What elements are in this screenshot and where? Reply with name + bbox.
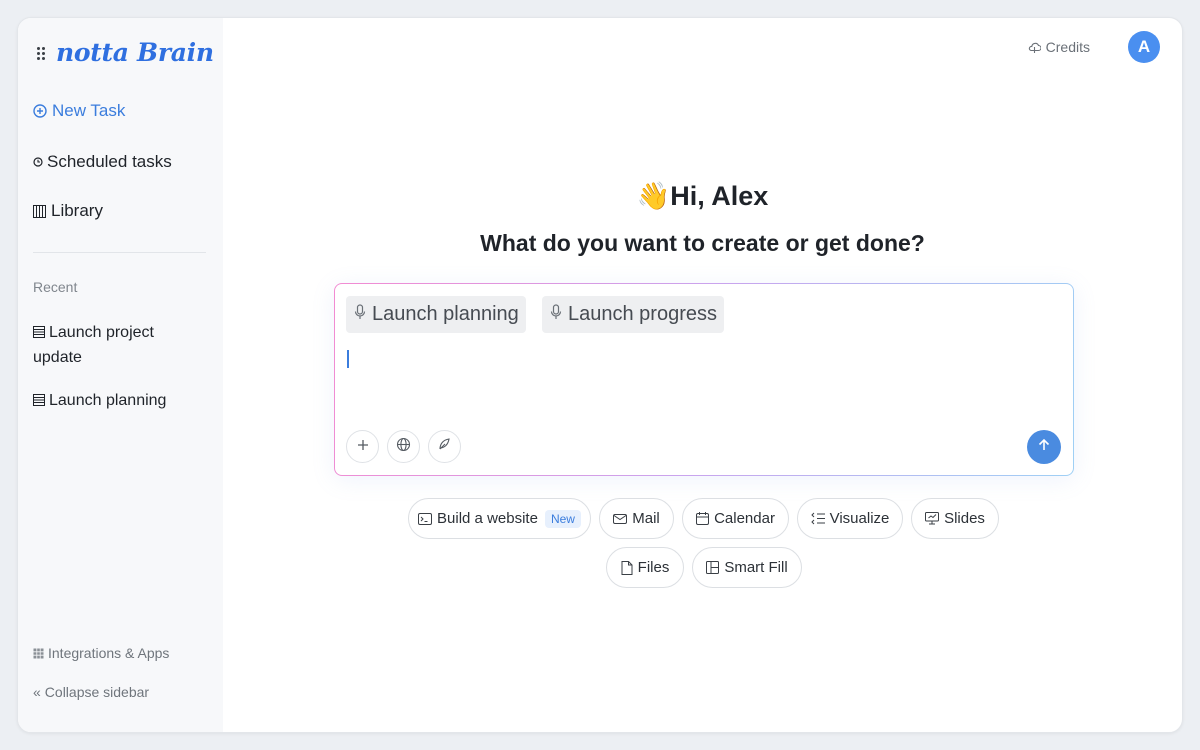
recent-item-label: Launch project update: [33, 324, 154, 366]
sidebar: notta Brain New Task Scheduled tasks Lib…: [18, 18, 223, 732]
avatar[interactable]: A: [1128, 31, 1160, 63]
quick-action-label: Build a website: [437, 510, 538, 527]
quick-action-label: Mail: [632, 510, 660, 527]
recent-heading: Recent: [33, 279, 78, 295]
arrow-up-icon: [1037, 438, 1051, 457]
send-button[interactable]: [1027, 430, 1061, 464]
recent-item[interactable]: Launch planning: [33, 389, 203, 414]
clock-icon: [33, 155, 43, 169]
collapse-label: Collapse sidebar: [44, 684, 150, 700]
quick-action-label: Calendar: [714, 510, 775, 527]
web-search-button[interactable]: [387, 430, 420, 463]
mail-icon: [613, 513, 628, 525]
plus-icon: [357, 438, 369, 456]
terminal-icon: [418, 512, 433, 525]
greeting: 👋Hi, Alex: [223, 180, 1182, 212]
prompt-input[interactable]: Launch planning Launch progress: [335, 284, 1073, 475]
cloud-icon: [1028, 41, 1041, 54]
slides-icon: [925, 512, 940, 525]
grid-icon: [33, 647, 44, 659]
collapse-sidebar-button[interactable]: « Collapse sidebar: [33, 684, 149, 700]
library-icon: [33, 204, 46, 218]
credits-button[interactable]: Credits: [1028, 39, 1090, 55]
context-chip[interactable]: Launch progress: [542, 296, 724, 333]
double-chevron-left-icon: «: [33, 684, 41, 700]
style-button[interactable]: [428, 430, 461, 463]
sidebar-item-scheduled[interactable]: Scheduled tasks: [33, 152, 172, 172]
quick-action-label: Smart Fill: [724, 559, 788, 576]
attach-button[interactable]: [346, 430, 379, 463]
table-icon: [706, 561, 720, 574]
quick-action-calendar[interactable]: Calendar: [682, 498, 789, 539]
plus-circle-icon: [33, 104, 47, 118]
quick-action-label: Files: [637, 559, 670, 576]
file-icon: [621, 560, 633, 575]
new-task-button[interactable]: New Task: [33, 101, 125, 121]
sidebar-divider: [33, 252, 206, 253]
feather-icon: [437, 437, 452, 457]
new-badge: New: [544, 509, 581, 528]
sidebar-item-label: Scheduled tasks: [47, 152, 172, 171]
integrations-label: Integrations & Apps: [48, 645, 170, 661]
recent-item[interactable]: Launch project update: [33, 321, 203, 370]
prompt-composer: Launch planning Launch progress: [334, 283, 1074, 476]
sidebar-item-library[interactable]: Library: [33, 201, 103, 221]
globe-icon: [396, 437, 411, 457]
new-task-label: New Task: [52, 101, 126, 120]
chip-label: Launch planning: [372, 303, 519, 325]
visualize-icon: [810, 512, 825, 525]
quick-action-slides[interactable]: Slides: [911, 498, 999, 539]
mic-icon: [550, 303, 562, 326]
credits-label: Credits: [1045, 39, 1090, 55]
quick-action-visualize[interactable]: Visualize: [797, 498, 903, 539]
calendar-icon: [696, 512, 710, 525]
chip-label: Launch progress: [568, 303, 717, 325]
app-logo[interactable]: notta Brain: [56, 38, 214, 67]
mic-icon: [354, 303, 366, 326]
app-window: notta Brain New Task Scheduled tasks Lib…: [17, 17, 1183, 733]
sidebar-item-label: Library: [51, 201, 103, 220]
recent-item-label: Launch planning: [49, 392, 167, 409]
quick-action-mail[interactable]: Mail: [599, 498, 674, 539]
quick-action-smart-fill[interactable]: Smart Fill: [692, 547, 802, 588]
quick-action-files[interactable]: Files: [606, 547, 684, 588]
context-chip[interactable]: Launch planning: [346, 296, 526, 333]
quick-action-label: Slides: [944, 510, 985, 527]
greeting-text: Hi, Alex: [670, 181, 769, 211]
wave-emoji: 👋: [636, 181, 671, 211]
page-subtitle: What do you want to create or get done?: [480, 230, 925, 256]
document-icon: [33, 322, 45, 346]
drag-handle-icon[interactable]: [34, 43, 48, 63]
quick-action-label: Visualize: [829, 510, 890, 527]
brand: notta Brain: [34, 38, 214, 67]
integrations-link[interactable]: Integrations & Apps: [33, 645, 169, 661]
quick-action-build-website[interactable]: Build a website New: [408, 498, 591, 539]
document-icon: [33, 390, 45, 414]
text-caret: [347, 350, 349, 368]
